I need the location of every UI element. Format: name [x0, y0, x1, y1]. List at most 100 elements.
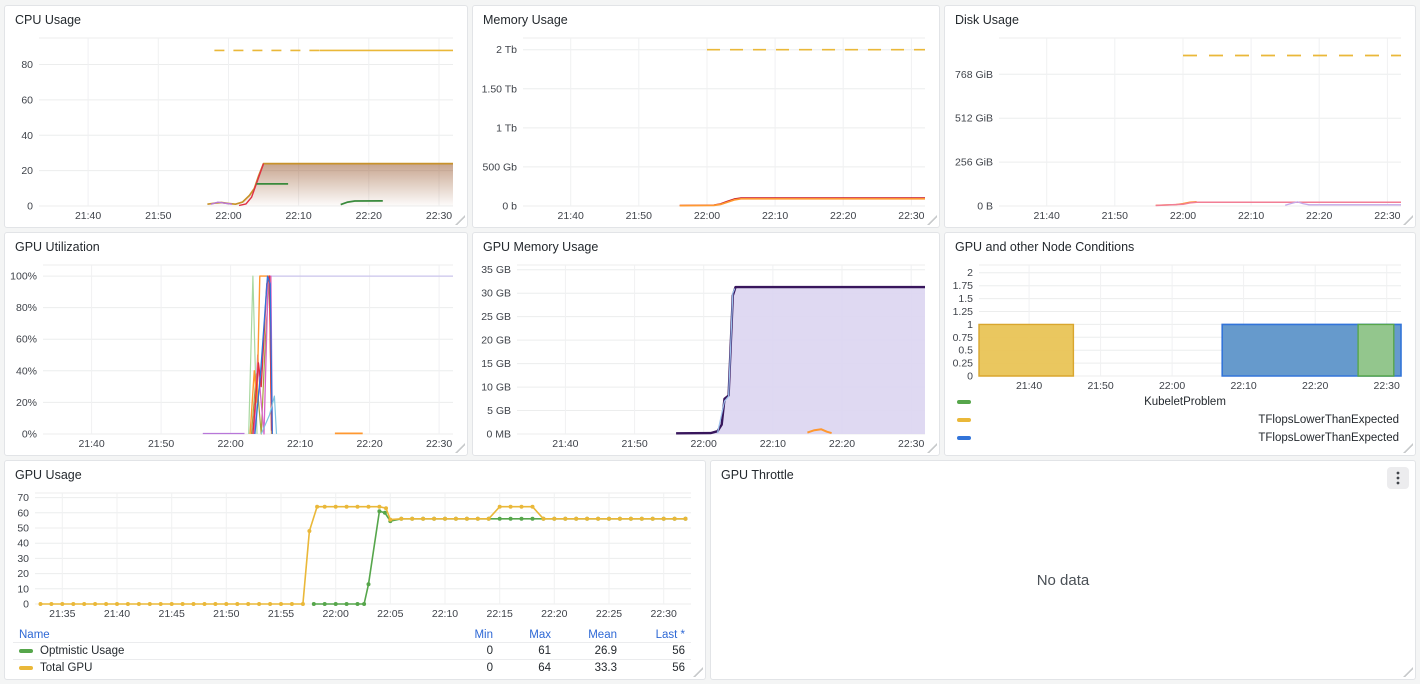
panel-gpu-memory-usage: GPU Memory Usage 0 MB5 GB10 GB15 GB20 GB… — [472, 232, 940, 456]
svg-text:22:10: 22:10 — [287, 438, 313, 450]
stat-min: 0 — [429, 643, 499, 660]
legend-label[interactable]: TFlopsLowerThanExpected — [971, 414, 1399, 426]
legend-item[interactable]: KubeletProblem — [957, 393, 1399, 411]
svg-text:21:50: 21:50 — [213, 608, 239, 620]
svg-text:20: 20 — [17, 568, 29, 580]
legend-header-min[interactable]: Min — [429, 628, 499, 643]
legend-swatch-yellow — [957, 418, 971, 422]
stat-max: 64 — [499, 660, 557, 677]
node-conditions-chart[interactable]: 00.250.50.7511.251.51.75221:4021:5022:00… — [949, 259, 1407, 393]
svg-text:22:10: 22:10 — [432, 608, 458, 620]
svg-text:0.75: 0.75 — [953, 332, 974, 344]
svg-text:0: 0 — [967, 371, 973, 383]
series-name[interactable]: Optmistic Usage — [40, 645, 124, 657]
legend-label[interactable]: KubeletProblem — [971, 396, 1399, 408]
svg-text:50: 50 — [17, 523, 29, 535]
legend-table-row: Optmistic Usage 0 61 26.9 56 — [13, 643, 691, 660]
cpu-usage-chart[interactable]: 02040608021:4021:5022:0022:1022:2022:30 — [9, 32, 459, 223]
resize-handle-icon[interactable] — [1403, 443, 1413, 453]
panel-title-gpu-throttle[interactable]: GPU Throttle — [721, 468, 794, 482]
svg-text:20%: 20% — [16, 397, 37, 409]
svg-text:5 GB: 5 GB — [487, 405, 511, 417]
panel-memory-usage: Memory Usage 0 b500 Gb1 Tb1.50 Tb2 Tb21:… — [472, 5, 940, 228]
legend-header-name[interactable]: Name — [13, 628, 429, 643]
panel-gpu-usage: GPU Usage 01020304050607021:3521:4021:45… — [4, 460, 706, 680]
svg-text:22:00: 22:00 — [1159, 380, 1185, 392]
svg-text:10 GB: 10 GB — [481, 382, 511, 394]
resize-handle-icon[interactable] — [693, 667, 703, 677]
svg-text:22:20: 22:20 — [1302, 380, 1328, 392]
svg-text:22:00: 22:00 — [694, 210, 720, 222]
svg-text:22:05: 22:05 — [377, 608, 403, 620]
series-name[interactable]: Total GPU — [40, 662, 92, 674]
svg-text:1.50 Tb: 1.50 Tb — [482, 83, 518, 95]
svg-text:60%: 60% — [16, 334, 37, 346]
svg-text:22:00: 22:00 — [691, 438, 717, 450]
svg-text:21:40: 21:40 — [558, 210, 584, 222]
stat-min: 0 — [429, 660, 499, 677]
svg-text:21:55: 21:55 — [268, 608, 294, 620]
svg-text:22:00: 22:00 — [323, 608, 349, 620]
panel-title-gpu-usage[interactable]: GPU Usage — [15, 468, 82, 482]
panel-title-gpu-memory-usage[interactable]: GPU Memory Usage — [483, 240, 598, 254]
svg-text:256 GiB: 256 GiB — [955, 157, 993, 169]
svg-text:21:40: 21:40 — [1016, 380, 1042, 392]
svg-text:100%: 100% — [10, 271, 37, 283]
svg-text:22:10: 22:10 — [1238, 210, 1264, 222]
stat-mean: 26.9 — [557, 643, 623, 660]
svg-text:15 GB: 15 GB — [481, 358, 511, 370]
panel-title-cpu-usage[interactable]: CPU Usage — [15, 13, 81, 27]
svg-text:20: 20 — [21, 165, 33, 177]
panel-gpu-utilization: GPU Utilization 0%20%40%60%80%100%21:402… — [4, 232, 468, 456]
disk-usage-chart[interactable]: 0 B256 GiB512 GiB768 GiB21:4021:5022:002… — [949, 32, 1407, 223]
svg-text:80%: 80% — [16, 302, 37, 314]
legend-header-last[interactable]: Last * — [623, 628, 691, 643]
legend-header-mean[interactable]: Mean — [557, 628, 623, 643]
panel-title-node-conditions[interactable]: GPU and other Node Conditions — [955, 240, 1134, 254]
node-conditions-legend: KubeletProblem TFlopsLowerThanExpected T… — [957, 393, 1399, 447]
gpu-usage-chart[interactable]: 01020304050607021:3521:4021:4521:5021:55… — [9, 487, 697, 621]
svg-text:35 GB: 35 GB — [481, 264, 511, 276]
svg-text:22:15: 22:15 — [487, 608, 513, 620]
svg-text:0.25: 0.25 — [953, 358, 974, 370]
panel-gpu-throttle: GPU Throttle No data — [710, 460, 1416, 680]
legend-item[interactable]: TFlopsLowerThanExpected — [957, 411, 1399, 429]
legend-swatch-green — [19, 649, 33, 653]
svg-text:0: 0 — [27, 201, 33, 213]
memory-usage-chart[interactable]: 0 b500 Gb1 Tb1.50 Tb2 Tb21:4021:5022:002… — [477, 32, 931, 223]
svg-text:21:50: 21:50 — [145, 210, 171, 222]
svg-text:21:50: 21:50 — [1102, 210, 1128, 222]
svg-text:768 GiB: 768 GiB — [955, 69, 993, 81]
svg-text:22:00: 22:00 — [215, 210, 241, 222]
svg-text:22:20: 22:20 — [830, 210, 856, 222]
svg-text:21:40: 21:40 — [75, 210, 101, 222]
svg-text:22:30: 22:30 — [426, 438, 452, 450]
legend-item[interactable]: TFlopsLowerThanExpected — [957, 429, 1399, 447]
svg-text:30 GB: 30 GB — [481, 288, 511, 300]
legend-label[interactable]: TFlopsLowerThanExpected — [971, 432, 1399, 444]
stat-mean: 33.3 — [557, 660, 623, 677]
legend-header-max[interactable]: Max — [499, 628, 557, 643]
panel-title-gpu-utilization[interactable]: GPU Utilization — [15, 240, 100, 254]
svg-text:22:30: 22:30 — [898, 210, 924, 222]
svg-text:1 Tb: 1 Tb — [496, 122, 517, 134]
svg-text:60: 60 — [17, 507, 29, 519]
gpu-memory-usage-chart[interactable]: 0 MB5 GB10 GB15 GB20 GB25 GB30 GB35 GB21… — [477, 259, 931, 451]
svg-text:22:00: 22:00 — [1170, 210, 1196, 222]
svg-text:22:30: 22:30 — [651, 608, 677, 620]
panel-title-memory-usage[interactable]: Memory Usage — [483, 13, 568, 27]
svg-text:1.5: 1.5 — [958, 293, 973, 305]
svg-text:40: 40 — [17, 538, 29, 550]
svg-text:22:30: 22:30 — [1374, 380, 1400, 392]
svg-text:1: 1 — [967, 319, 973, 331]
panel-title-disk-usage[interactable]: Disk Usage — [955, 13, 1019, 27]
svg-text:512 GiB: 512 GiB — [955, 113, 993, 125]
svg-text:21:40: 21:40 — [104, 608, 130, 620]
svg-text:22:20: 22:20 — [356, 438, 382, 450]
svg-text:0.5: 0.5 — [958, 345, 973, 357]
svg-text:22:25: 22:25 — [596, 608, 622, 620]
svg-text:22:10: 22:10 — [285, 210, 311, 222]
svg-text:0 b: 0 b — [502, 201, 517, 213]
gpu-utilization-chart[interactable]: 0%20%40%60%80%100%21:4021:5022:0022:1022… — [9, 259, 459, 451]
svg-text:1.25: 1.25 — [953, 306, 974, 318]
